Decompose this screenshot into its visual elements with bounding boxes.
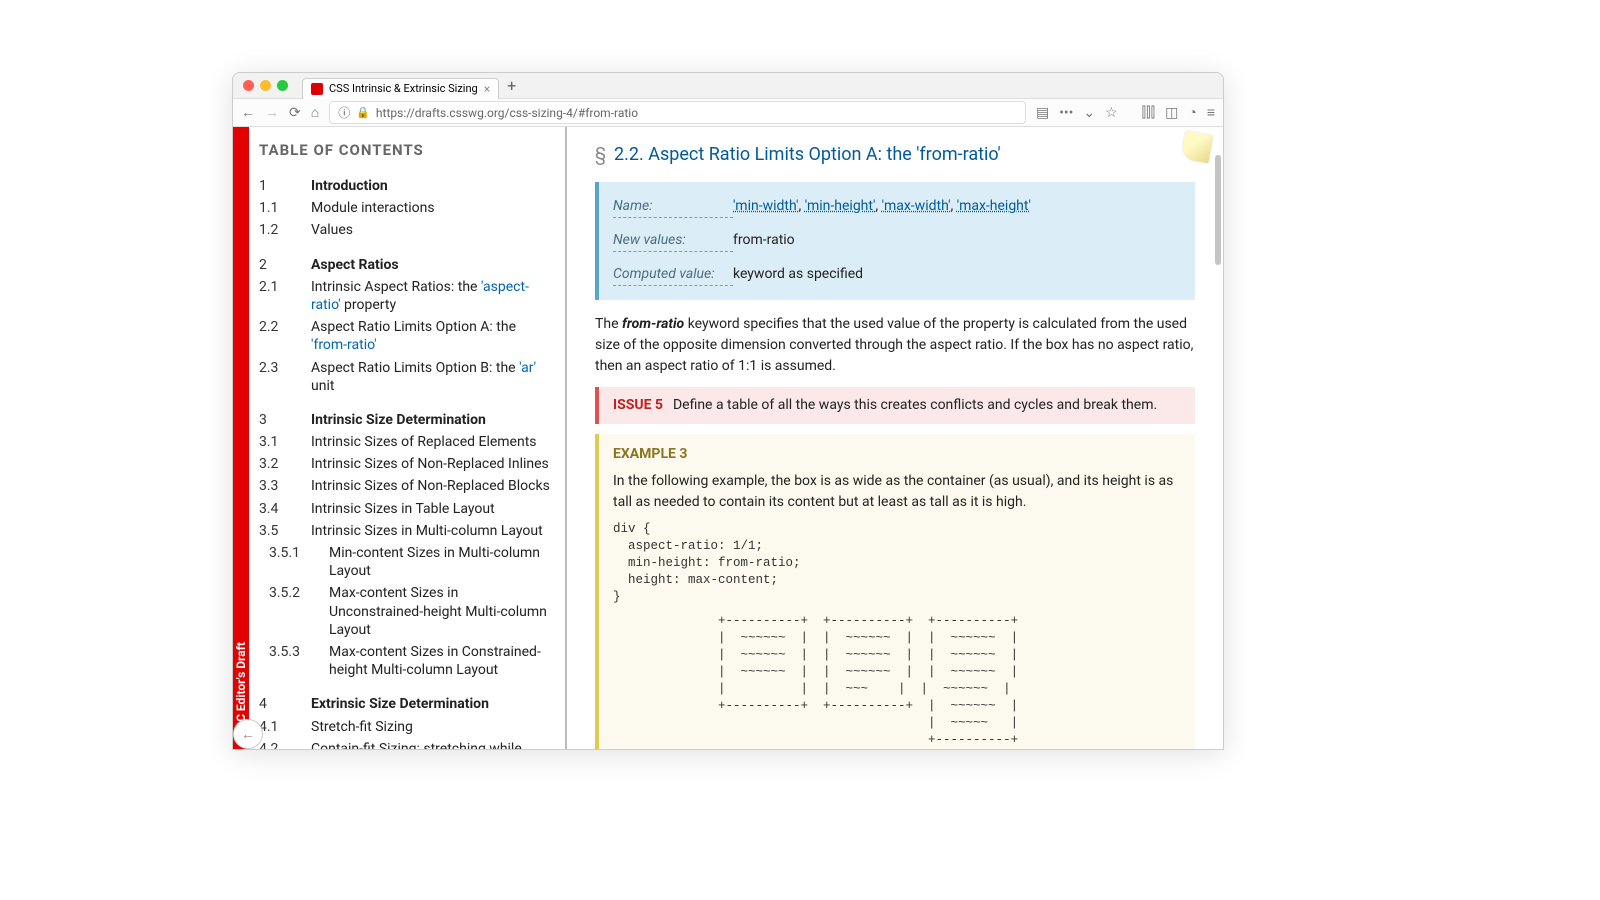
url-field[interactable]: ⓘ 🔒 https://drafts.csswg.org/css-sizing-… (329, 101, 1026, 124)
url-text: https://drafts.csswg.org/css-sizing-4/#f… (376, 106, 638, 120)
tab-close-icon[interactable]: × (484, 82, 490, 96)
toc-link[interactable]: Stretch-fit Sizing (311, 718, 413, 736)
window-controls (243, 80, 288, 91)
toc-link[interactable]: Aspect Ratio Limits Option A: the 'from-… (311, 318, 551, 354)
example-box: EXAMPLE 3 In the following example, the … (595, 434, 1195, 749)
section-symbol[interactable]: § (595, 141, 606, 168)
toc-section[interactable]: Aspect Ratios (311, 256, 399, 274)
propdef-label: Name: (613, 196, 733, 218)
toc-link[interactable]: Intrinsic Sizes of Non-Replaced Inlines (311, 455, 549, 473)
scrollbar[interactable] (1213, 127, 1223, 749)
toc-link[interactable]: Intrinsic Sizes of Replaced Elements (311, 433, 537, 451)
zoom-window-icon[interactable] (277, 80, 288, 91)
toc-heading: TABLE OF CONTENTS (259, 141, 551, 159)
propdef-value: 'min-width', 'min-height', 'max-width', … (733, 196, 1181, 218)
menu-icon[interactable]: ≡ (1207, 104, 1215, 121)
browser-window: CSS Intrinsic & Extrinsic Sizing × + ← →… (232, 72, 1224, 750)
code-block: div { aspect-ratio: 1/1; min-height: fro… (613, 521, 1181, 605)
toc-section[interactable]: Intrinsic Size Determination (311, 411, 486, 429)
toc-link[interactable]: Values (311, 221, 353, 239)
toc-link[interactable]: Intrinsic Sizes in Table Layout (311, 500, 495, 518)
more-icon[interactable]: ••• (1059, 105, 1073, 121)
property-link[interactable]: 'max-width' (882, 198, 951, 214)
close-window-icon[interactable] (243, 80, 254, 91)
propdef-label: New values: (613, 230, 733, 252)
spec-content: § 2.2. Aspect Ratio Limits Option A: the… (567, 127, 1223, 749)
favicon-icon (311, 83, 323, 95)
ascii-diagram: +----------+ +----------+ +----------+ |… (613, 613, 1181, 748)
toc-section[interactable]: Extrinsic Size Determination (311, 695, 489, 713)
toc-link[interactable]: Intrinsic Sizes in Multi-column Layout (311, 522, 543, 540)
property-link[interactable]: 'min-height' (805, 198, 876, 214)
library-icon[interactable]: ⫿⫿⫿ (1142, 105, 1155, 121)
toc-link[interactable]: Max-content Sizes in Unconstrained-heigh… (329, 584, 551, 639)
home-button[interactable]: ⌂ (311, 104, 319, 121)
info-icon[interactable]: ⓘ (338, 104, 350, 121)
property-definition-table: Name: 'min-width', 'min-height', 'max-wi… (595, 182, 1195, 300)
toc-link[interactable]: Module interactions (311, 199, 435, 217)
section-heading: § 2.2. Aspect Ratio Limits Option A: the… (595, 141, 1195, 168)
lock-icon: 🔒 (356, 106, 370, 119)
reload-button[interactable]: ⟳ (289, 105, 301, 121)
scroll-thumb[interactable] (1215, 155, 1221, 265)
issue-label[interactable]: ISSUE 5 (613, 397, 663, 413)
w3c-strip: W3C Editor's Draft (233, 127, 249, 749)
toc-section[interactable]: Introduction (311, 177, 388, 195)
account-icon[interactable]: ◔ (1188, 104, 1196, 121)
toc-link[interactable]: Max-content Sizes in Constrained-height … (329, 643, 551, 679)
sidebar-icon[interactable]: ◫ (1165, 105, 1178, 121)
forward-button[interactable]: → (265, 104, 279, 121)
address-bar: ← → ⟳ ⌂ ⓘ 🔒 https://drafts.csswg.org/css… (233, 99, 1223, 127)
toc-link[interactable]: Intrinsic Sizes of Non-Replaced Blocks (311, 477, 550, 495)
example-label[interactable]: EXAMPLE 3 (613, 444, 1181, 465)
star-icon[interactable]: ☆ (1105, 105, 1118, 121)
browser-tab[interactable]: CSS Intrinsic & Extrinsic Sizing × (302, 78, 499, 99)
new-tab-button[interactable]: + (507, 76, 516, 95)
property-link[interactable]: 'max-height' (957, 198, 1031, 214)
issue-text: Define a table of all the ways this crea… (673, 397, 1157, 413)
tab-title: CSS Intrinsic & Extrinsic Sizing (329, 82, 478, 95)
property-link[interactable]: 'min-width' (733, 198, 798, 214)
reader-icon[interactable]: ▤ (1036, 105, 1049, 121)
example-intro: In the following example, the box is as … (613, 473, 1173, 510)
issue-box: ISSUE 5 Define a table of all the ways th… (595, 387, 1195, 424)
spec-paragraph: The from-ratio keyword specifies that th… (595, 314, 1195, 377)
propdef-value: from-ratio (733, 230, 1181, 252)
propdef-label: Computed value: (613, 264, 733, 286)
back-button[interactable]: ← (241, 104, 255, 121)
tab-bar: CSS Intrinsic & Extrinsic Sizing × + (233, 73, 1223, 99)
toc-link[interactable]: Aspect Ratio Limits Option B: the 'ar' u… (311, 359, 551, 395)
toc-link[interactable]: Intrinsic Aspect Ratios: the 'aspect-rat… (311, 278, 551, 314)
pocket-icon[interactable]: ⌄ (1083, 105, 1095, 121)
propdef-value: keyword as specified (733, 264, 1181, 286)
table-of-contents: TABLE OF CONTENTS 1Introduction 1.1Modul… (249, 127, 567, 749)
toc-link[interactable]: Contain-fit Sizing: stretching while mai… (311, 740, 551, 749)
toc-link[interactable]: Min-content Sizes in Multi-column Layout (329, 544, 551, 580)
minimize-window-icon[interactable] (260, 80, 271, 91)
